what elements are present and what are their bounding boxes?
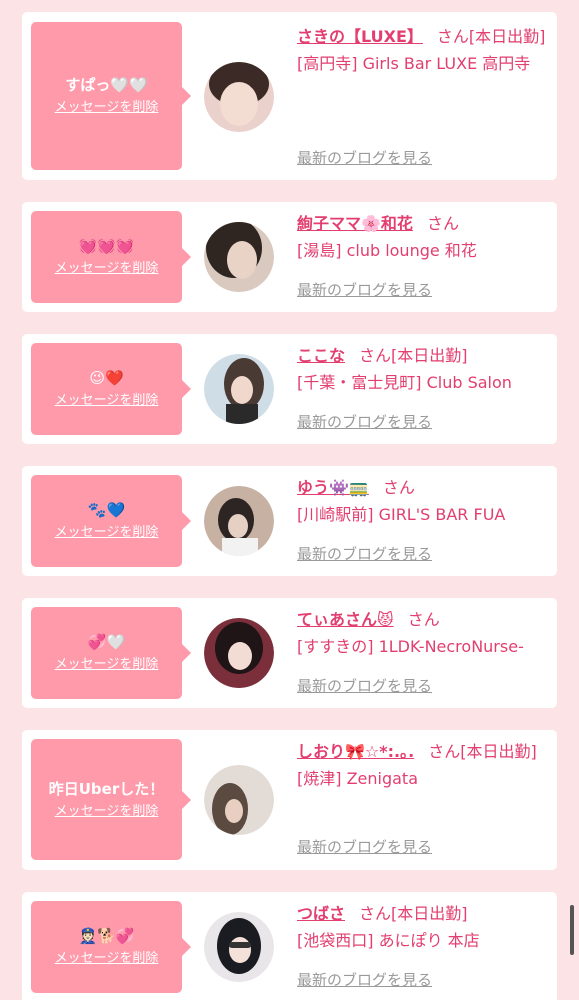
message-bubble: 🐾💙 メッセージを削除 — [31, 475, 191, 567]
honorific: さん — [436, 27, 469, 46]
message-card: 🐾💙 メッセージを削除 ゆう👾🚃 さん [川崎駅前] GIRL'S BAR FUA… — [22, 466, 557, 576]
message-text: 🐾💙 — [87, 501, 126, 519]
shop-name: [湯島] club lounge 和花 — [297, 241, 477, 260]
message-text: すぱっ🤍🤍 — [65, 76, 148, 94]
latest-blog-link[interactable]: 最新のブログを見る — [297, 412, 432, 432]
avatar[interactable] — [204, 354, 274, 424]
message-card: 昨日Uberした！ メッセージを削除 しおり🎀☆*:.｡. さん[本日出勤] [焼… — [22, 730, 557, 870]
message-bubble: 😉❤️ メッセージを削除 — [31, 343, 191, 435]
honorific: さん — [407, 610, 440, 629]
shop-name: [すすきの] 1LDK-NecroNurse- — [297, 637, 524, 656]
cast-name-link[interactable]: しおり🎀☆*:.｡. — [297, 742, 414, 761]
message-card: 💞🤍 メッセージを削除 てぃあさん😾 さん [すすきの] 1LDK-NecroNu… — [22, 598, 557, 708]
cast-info: さきの【LUXE】 さん[本日出勤] [高円寺] Girls Bar LUXE 高… — [297, 23, 547, 77]
avatar[interactable] — [204, 62, 274, 132]
honorific: さん — [428, 742, 461, 761]
cast-name-link[interactable]: つばさ — [297, 904, 345, 923]
message-card: 💓💓💓 メッセージを削除 絢子ママ🌸和花 さん [湯島] club lounge … — [22, 202, 557, 312]
shop-name: [池袋西口] あにぽり 本店 — [297, 931, 480, 950]
message-card: すぱっ🤍🤍 メッセージを削除 さきの【LUXE】 さん[本日出勤] [高円寺] G… — [22, 12, 557, 180]
honorific: さん — [359, 904, 392, 923]
today-status: [本日出勤] — [468, 27, 546, 46]
delete-message-link[interactable]: メッセージを削除 — [55, 950, 159, 968]
message-bubble: 昨日Uberした！ メッセージを削除 — [31, 739, 191, 860]
message-list: すぱっ🤍🤍 メッセージを削除 さきの【LUXE】 さん[本日出勤] [高円寺] G… — [0, 0, 579, 1000]
cast-info: 絢子ママ🌸和花 さん [湯島] club lounge 和花 — [297, 210, 547, 264]
message-text: 😉❤️ — [89, 369, 124, 387]
message-text: 昨日Uberした！ — [48, 779, 165, 798]
honorific: さん — [359, 346, 392, 365]
avatar[interactable] — [204, 222, 274, 292]
latest-blog-link[interactable]: 最新のブログを見る — [297, 148, 432, 168]
latest-blog-link[interactable]: 最新のブログを見る — [297, 837, 432, 857]
cast-info: しおり🎀☆*:.｡. さん[本日出勤] [焼津] Zenigata — [297, 738, 547, 792]
delete-message-link[interactable]: メッセージを削除 — [55, 803, 159, 821]
message-bubble: 💓💓💓 メッセージを削除 — [31, 211, 191, 303]
message-text: 💞🤍 — [87, 633, 126, 651]
cast-info: ゆう👾🚃 さん [川崎駅前] GIRL'S BAR FUA — [297, 474, 547, 528]
cast-name-link[interactable]: ここな — [297, 346, 345, 365]
avatar[interactable] — [204, 618, 274, 688]
message-card: 👮🏻🐕💞 メッセージを削除 つばさ さん[本日出勤] [池袋西口] あにぽり 本店… — [22, 892, 557, 1000]
today-status: [本日出勤] — [391, 346, 468, 365]
shop-name: [高円寺] Girls Bar LUXE 高円寺 — [297, 54, 531, 73]
latest-blog-link[interactable]: 最新のブログを見る — [297, 970, 432, 990]
latest-blog-link[interactable]: 最新のブログを見る — [297, 676, 432, 696]
delete-message-link[interactable]: メッセージを削除 — [55, 392, 159, 410]
message-bubble: 👮🏻🐕💞 メッセージを削除 — [31, 901, 191, 993]
scrollbar[interactable] — [570, 905, 574, 955]
cast-info: てぃあさん😾 さん [すすきの] 1LDK-NecroNurse- — [297, 606, 547, 660]
shop-name: [焼津] Zenigata — [297, 769, 419, 788]
cast-name-link[interactable]: 絢子ママ🌸和花 — [297, 214, 413, 233]
delete-message-link[interactable]: メッセージを削除 — [55, 524, 159, 542]
delete-message-link[interactable]: メッセージを削除 — [55, 656, 159, 674]
shop-name: [川崎駅前] GIRL'S BAR FUA — [297, 505, 506, 524]
avatar[interactable] — [204, 912, 274, 982]
cast-name-link[interactable]: ゆう👾🚃 — [297, 478, 369, 497]
honorific: さん — [426, 214, 459, 233]
message-text: 💓💓💓 — [78, 237, 135, 255]
cast-name-link[interactable]: さきの【LUXE】 — [297, 27, 423, 46]
honorific: さん — [382, 478, 415, 497]
message-card: 😉❤️ メッセージを削除 ここな さん[本日出勤] [千葉・富士見町] Club … — [22, 334, 557, 444]
cast-info: つばさ さん[本日出勤] [池袋西口] あにぽり 本店 — [297, 900, 547, 954]
avatar[interactable] — [204, 765, 274, 835]
shop-name: [千葉・富士見町] Club Salon — [297, 373, 512, 392]
today-status: [本日出勤] — [391, 904, 468, 923]
message-bubble: 💞🤍 メッセージを削除 — [31, 607, 191, 699]
latest-blog-link[interactable]: 最新のブログを見る — [297, 544, 432, 564]
message-bubble: すぱっ🤍🤍 メッセージを削除 — [31, 22, 191, 170]
cast-name-link[interactable]: てぃあさん😾 — [297, 610, 394, 629]
message-text: 👮🏻🐕💞 — [78, 927, 135, 945]
today-status: [本日出勤] — [460, 742, 537, 761]
delete-message-link[interactable]: メッセージを削除 — [55, 99, 159, 117]
cast-info: ここな さん[本日出勤] [千葉・富士見町] Club Salon — [297, 342, 547, 396]
delete-message-link[interactable]: メッセージを削除 — [55, 260, 159, 278]
avatar[interactable] — [204, 486, 274, 556]
latest-blog-link[interactable]: 最新のブログを見る — [297, 280, 432, 300]
